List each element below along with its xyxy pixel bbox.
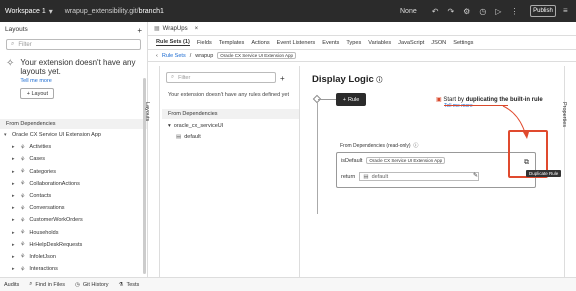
caret-right-icon[interactable]: ▸ [12,193,20,199]
tree-item-label: Categories [29,168,56,175]
branch-name[interactable]: branch1 [139,8,164,15]
duplicate-rule-tooltip: Duplicate Rule [526,170,562,177]
publish-button[interactable]: Publish [530,5,556,17]
settings-icon[interactable]: ⚙ [463,7,470,16]
tell-me-more-link[interactable]: Tell me more [20,78,141,84]
caret-right-icon[interactable]: ▸ [12,144,20,150]
caret-right-icon[interactable]: ▸ [12,181,20,187]
tree-item-label: CustomerWorkOrders [29,217,83,224]
git-history-label: Git History [82,281,109,288]
layouts-search-placeholder: Filter [18,41,32,48]
tree-item-label: InfoletJson [29,253,56,260]
search-icon: ⌕ [11,41,15,47]
business-object-icon: ⚘ [20,242,26,249]
tree-item[interactable]: ▸ ⚘ Contacts [0,190,147,202]
undo-icon[interactable]: ↶ [432,7,439,16]
workspace-name[interactable]: Workspace 1 [0,8,46,15]
add-layout-icon[interactable]: + [137,26,142,35]
business-object-icon: ⚘ [20,169,26,176]
redo-icon[interactable]: ↷ [447,7,454,16]
tree-item-label: Interactions [29,266,58,273]
search-icon: ⌕ [29,281,33,287]
layouts-panel: Layouts + ⌕ Filter ✧ Your extension does… [0,22,148,285]
run-icon[interactable]: ▷ [495,7,501,16]
tree-item-label: Activities [29,144,52,151]
caret-right-icon[interactable]: ▸ [12,205,20,211]
business-object-icon: ⚘ [20,181,26,188]
tests-label: Tests [126,281,140,288]
tree-item[interactable]: ▸ ⚘ InfoletJson [0,251,147,263]
layouts-search-input[interactable]: ⌕ Filter [6,39,141,50]
more-icon[interactable]: ⋮ [510,7,518,16]
tree-item[interactable]: ▸ ⚘ Activities [0,141,147,153]
audits-label: Audits [4,281,20,288]
tree-item[interactable]: ▸ ⚘ HrHelpDeskRequests [0,239,147,251]
caret-down-icon[interactable]: ▾ [4,132,12,138]
tree-item[interactable]: ▸ ⚘ Interactions [0,263,147,275]
business-object-icon: ⚘ [20,156,26,163]
preview-mode[interactable]: None [400,8,417,15]
tree-item[interactable]: ▸ ⚘ Conversations [0,202,147,214]
business-object-icon: ⚘ [20,205,26,212]
add-layout-label: Layout [31,90,49,97]
chevron-down-icon[interactable]: ▾ [49,7,53,16]
business-object-icon: ⚘ [20,144,26,151]
tests-icon: ⚗ [118,281,124,288]
editor: ▦ WrapUps × Rule Sets (1) Fields Templates… [144,22,576,277]
caret-right-icon[interactable]: ▸ [12,242,20,248]
caret-right-icon[interactable]: ▸ [12,266,20,272]
duplicate-rule-icon[interactable]: ⧉ [524,159,529,167]
business-object-icon: ⚘ [20,254,26,261]
tree-item[interactable]: ▸ ⚘ CollaborationActions [0,178,147,190]
bottom-bar: Audits ⌕ Find in Files ◷ Git History ⚗ T… [0,277,576,291]
caret-right-icon[interactable]: ▸ [12,217,20,223]
tree-item[interactable]: ▸ ⚘ Households [0,227,147,239]
tree-item-label: Contacts [29,193,52,200]
business-object-icon: ⚘ [20,230,26,237]
tree-item-label: Cases [29,156,45,163]
dependency-tree: ▾ Oracle CX Service UI Extension App ▸ ⚘ A… [0,129,147,287]
top-bar: Workspace 1 ▾ wrapup_extensibility.git/ … [0,0,576,22]
tests-tab[interactable]: ⚗ Tests [119,282,140,288]
find-in-files-tab[interactable]: ⌕ Find in Files [29,281,65,288]
business-object-icon: ⚘ [20,193,26,200]
caret-right-icon[interactable]: ▸ [12,169,20,175]
tree-item-label: HrHelpDeskRequests [29,241,83,248]
tree-item-label: Households [29,229,59,236]
caret-right-icon[interactable]: ▸ [12,254,20,260]
git-history-tab[interactable]: ◷ Git History [75,282,108,288]
audits-tab[interactable]: Audits [4,282,19,288]
star-icon: ✧ [6,58,15,69]
history-icon: ◷ [75,281,80,288]
find-in-files-label: Find in Files [35,281,66,288]
repo-path: wrapup_extensibility.git/ [64,7,139,15]
menu-icon[interactable]: ≡ [563,6,568,15]
tree-root-label: Oracle CX Service UI Extension App [12,132,101,139]
tree-item[interactable]: ▸ ⚘ Cases [0,153,147,165]
caret-right-icon[interactable]: ▸ [12,156,20,162]
tree-item-label: CollaborationActions [29,180,80,187]
history-icon[interactable]: ◷ [479,7,486,16]
dependencies-header: From Dependencies [0,119,147,129]
caret-right-icon[interactable]: ▸ [12,230,20,236]
layouts-title: Layouts [5,26,28,33]
business-object-icon: ⚘ [20,266,26,273]
tree-item[interactable]: ▸ ⚘ Categories [0,166,147,178]
business-object-icon: ⚘ [20,217,26,224]
empty-layouts-message: Your extension doesn't have any layouts … [20,58,136,76]
tree-item[interactable]: ▸ ⚘ CustomerWorkOrders [0,214,147,226]
tree-item-label: Conversations [29,205,65,212]
tree-root[interactable]: ▾ Oracle CX Service UI Extension App [0,129,147,141]
add-layout-button[interactable]: + Layout [20,88,55,99]
